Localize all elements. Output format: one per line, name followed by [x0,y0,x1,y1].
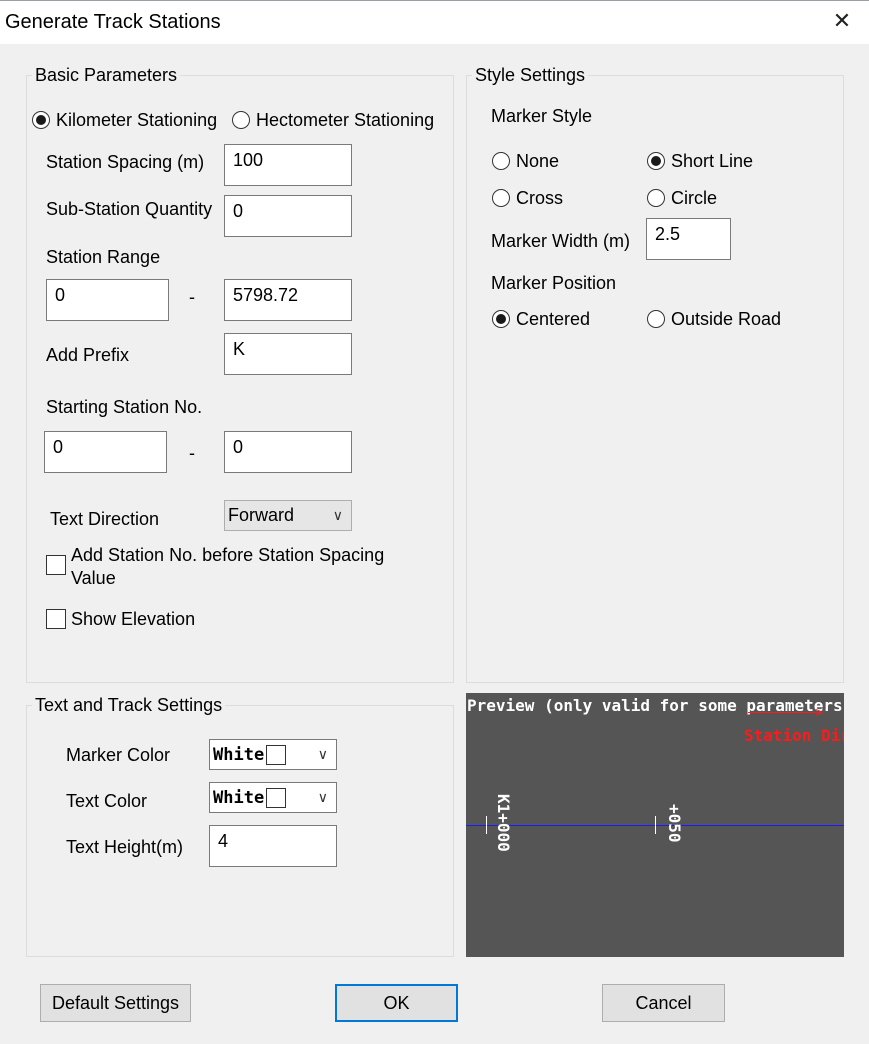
text-direction-value: Forward [228,505,295,525]
window-title: Generate Track Stations [5,11,221,33]
add-station-checkbox-label[interactable]: Add Station No. before Station Spacing V… [71,544,421,590]
station-range-to-input[interactable]: 5798.72 [224,279,352,321]
show-elevation-checkbox-label[interactable]: Show Elevation [71,609,195,630]
basic-parameters-label: Basic Parameters [32,65,181,86]
station-spacing-label: Station Spacing (m) [46,152,205,172]
position-centered-label[interactable]: Centered [516,309,590,330]
chevron-down-icon: ∨ [332,507,343,523]
marker-color-swatch [266,744,287,765]
text-height-input[interactable]: 4 [209,825,337,867]
marker-color-label: Marker Color [66,745,171,765]
starting-station-label: Starting Station No. [46,397,203,417]
position-centered-radio[interactable] [492,310,510,328]
marker-color-select[interactable]: White ∨ [209,739,337,770]
marker-style-label: Marker Style [491,106,593,126]
chevron-down-icon: ∨ [317,789,328,805]
station-marker-2 [655,816,656,834]
substation-quantity-label: Sub-Station Quantity [46,199,213,219]
marker-short-line-radio[interactable] [647,152,665,170]
station-label-2: +050 [665,804,684,843]
text-direction-label: Text Direction [50,509,160,529]
marker-color-value: White [213,744,265,765]
text-color-value: White [213,787,265,808]
station-range-label: Station Range [46,247,161,267]
hectometer-radio[interactable] [232,111,250,129]
marker-none-radio[interactable] [492,152,510,170]
preview-canvas: Preview (only valid for some parameters)… [466,693,844,957]
substation-quantity-input[interactable]: 0 [224,195,352,237]
direction-arrow-line [748,712,820,713]
marker-circle-label[interactable]: Circle [671,188,717,209]
kilometer-radio-label[interactable]: Kilometer Stationing [56,110,217,131]
position-outside-label[interactable]: Outside Road [671,309,781,330]
marker-short-line-label[interactable]: Short Line [671,151,753,172]
add-prefix-label: Add Prefix [46,345,130,365]
default-settings-button[interactable]: Default Settings [40,984,191,1022]
cancel-button[interactable]: Cancel [602,984,725,1022]
station-marker-1 [486,816,487,834]
text-color-swatch [266,787,287,808]
hectometer-radio-label[interactable]: Hectometer Stationing [256,110,434,131]
direction-arrow-head: > [815,704,824,720]
add-prefix-input[interactable]: K [224,333,352,375]
station-range-separator: - [189,287,195,307]
marker-position-label: Marker Position [491,273,617,293]
starting-station-b-input[interactable]: 0 [224,431,352,473]
marker-width-label: Marker Width (m) [491,231,630,251]
text-direction-select[interactable]: Forward ∨ [224,500,352,531]
text-track-label: Text and Track Settings [32,695,226,716]
station-range-from-input[interactable]: 0 [46,279,169,321]
position-outside-radio[interactable] [647,310,665,328]
chevron-down-icon: ∨ [317,746,328,762]
marker-width-input[interactable]: 2.5 [646,218,731,260]
ok-button[interactable]: OK [335,984,458,1022]
starting-station-separator: - [189,443,195,463]
close-icon[interactable]: ✕ [828,6,856,36]
text-height-label: Text Height(m) [66,837,184,857]
style-settings-label: Style Settings [472,65,589,86]
add-station-checkbox[interactable] [46,555,66,575]
show-elevation-checkbox[interactable] [46,609,66,629]
marker-none-label[interactable]: None [516,151,559,172]
marker-circle-radio[interactable] [647,189,665,207]
starting-station-a-input[interactable]: 0 [44,431,167,473]
direction-text: Station Direction [744,726,844,745]
marker-cross-radio[interactable] [492,189,510,207]
station-spacing-input[interactable]: 100 [224,144,352,186]
kilometer-radio[interactable] [32,111,50,129]
station-label-1: K1+000 [494,794,513,852]
text-color-label: Text Color [66,791,148,811]
marker-cross-label[interactable]: Cross [516,188,563,209]
text-color-select[interactable]: White ∨ [209,782,337,813]
